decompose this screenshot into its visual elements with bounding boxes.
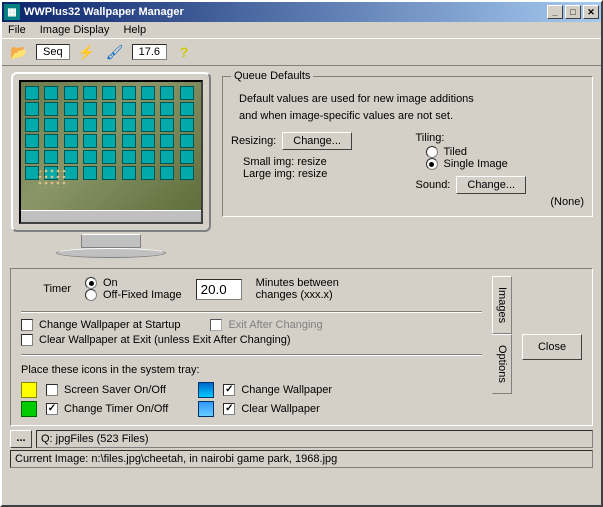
change-startup-label: Change Wallpaper at Startup (39, 319, 180, 331)
screensaver-tray-icon (21, 382, 37, 398)
large-img-label: Large img: resize (243, 168, 400, 180)
clear-exit-label: Clear Wallpaper at Exit (unless Exit Aft… (39, 334, 290, 346)
resizing-label: Resizing: (231, 135, 276, 147)
menubar: File Image Display Help (2, 22, 601, 38)
preview-monitor (8, 72, 214, 258)
screensaver-check[interactable] (46, 384, 58, 396)
brush-icon[interactable]: 🖌 (104, 41, 126, 63)
tiled-label: Tiled (444, 146, 467, 158)
single-image-radio[interactable] (426, 158, 438, 170)
timer-on-radio[interactable] (85, 277, 97, 289)
wallpaper-preview[interactable] (19, 80, 203, 224)
qd-desc1: Default values are used for new image ad… (239, 91, 584, 108)
timer-value-input[interactable] (196, 279, 242, 300)
window-title: WWPlus32 Wallpaper Manager (24, 6, 184, 18)
timer-off-label: Off-Fixed Image (103, 289, 182, 301)
lightning-icon[interactable]: ⚡ (76, 41, 98, 63)
clear-wall-label: Clear Wallpaper (241, 403, 319, 415)
clear-wall-check[interactable] (223, 403, 235, 415)
exit-after-check (210, 319, 222, 331)
resizing-change-button[interactable]: Change... (282, 132, 352, 150)
minutes-label1: Minutes between (256, 277, 339, 289)
timer-tray-icon (21, 401, 37, 417)
maximize-button[interactable]: □ (565, 5, 581, 19)
timer-on-label: On (103, 277, 118, 289)
queue-defaults-group: Queue Defaults Default values are used f… (222, 76, 593, 217)
queue-status: Q: jpgFiles (523 Files) (36, 430, 593, 448)
timer-label: Timer (21, 283, 71, 295)
tray-title: Place these icons in the system tray: (21, 364, 482, 376)
interval-value: 17.6 (132, 44, 167, 60)
titlebar: ▦ WWPlus32 Wallpaper Manager _ □ ✕ (2, 2, 601, 22)
menu-image-display[interactable]: Image Display (40, 24, 110, 36)
change-startup-check[interactable] (21, 319, 33, 331)
sound-change-button[interactable]: Change... (456, 176, 526, 194)
sequence-label[interactable]: Seq (36, 44, 70, 60)
close-panel-button[interactable]: Close (522, 334, 582, 360)
sound-value: (None) (416, 196, 585, 208)
qd-desc2: and when image-specific values are not s… (239, 108, 584, 125)
clear-exit-check[interactable] (21, 334, 33, 346)
menu-help[interactable]: Help (123, 24, 146, 36)
queue-browse-button[interactable]: ... (10, 430, 32, 448)
timer-off-radio[interactable] (85, 289, 97, 301)
sound-label: Sound: (416, 179, 451, 191)
change-wall-tray-icon (198, 382, 214, 398)
tab-images[interactable]: Images (492, 276, 512, 334)
open-folder-icon[interactable]: 📂 (8, 41, 30, 63)
close-button[interactable]: ✕ (583, 5, 599, 19)
minimize-button[interactable]: _ (547, 5, 563, 19)
clear-wall-tray-icon (198, 401, 214, 417)
current-image-status: Current Image: n:\files.jpg\cheetah, in … (10, 450, 593, 468)
tiling-label: Tiling: (416, 132, 585, 144)
help-icon[interactable]: ? (173, 41, 195, 63)
tiled-radio[interactable] (426, 146, 438, 158)
single-image-label: Single Image (444, 158, 508, 170)
minutes-label2: changes (xxx.x) (256, 289, 339, 301)
toolbar: 📂 Seq ⚡ 🖌 17.6 ? (2, 38, 601, 66)
app-icon: ▦ (4, 4, 20, 20)
change-wall-label: Change Wallpaper (241, 384, 332, 396)
change-wall-check[interactable] (223, 384, 235, 396)
change-timer-check[interactable] (46, 403, 58, 415)
tab-options[interactable]: Options (492, 334, 512, 394)
screensaver-label: Screen Saver On/Off (64, 384, 166, 396)
menu-file[interactable]: File (8, 24, 26, 36)
exit-after-label: Exit After Changing (228, 319, 322, 331)
change-timer-label: Change Timer On/Off (64, 403, 168, 415)
queue-defaults-title: Queue Defaults (231, 70, 313, 82)
small-img-label: Small img: resize (243, 156, 400, 168)
